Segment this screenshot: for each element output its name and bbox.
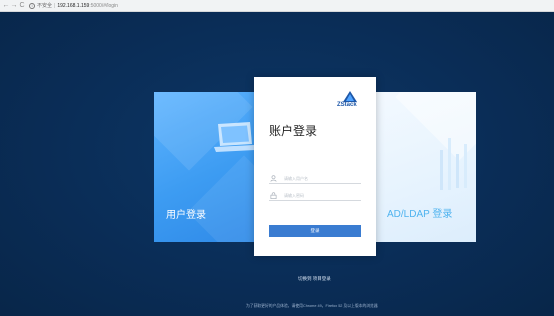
login-button[interactable]: 登录	[269, 225, 361, 237]
user-login-label: 用户登录	[166, 210, 206, 221]
laptop-icon	[214, 122, 256, 152]
reload-icon[interactable]: C	[18, 1, 26, 11]
url-separator: |	[54, 2, 56, 9]
secure-label: 不安全	[37, 3, 53, 9]
forward-icon[interactable]: →	[10, 1, 18, 11]
info-icon[interactable]: i	[29, 2, 35, 9]
decor-shape	[187, 155, 256, 242]
user-icon	[269, 174, 277, 182]
password-input[interactable]	[284, 192, 354, 198]
page-title: 账户登录	[269, 124, 318, 138]
lock-icon	[269, 191, 277, 199]
logo-text: ZStack	[337, 102, 357, 108]
ldap-login-card[interactable]: AD/LDAP 登录	[374, 92, 476, 242]
password-field[interactable]	[269, 190, 361, 201]
server-pillars-icon	[440, 138, 467, 190]
browser-requirement-note: 为了获取更好的产品体验，请使用Chrome 49，Firefox 52 及以上版…	[246, 304, 378, 308]
url-host[interactable]: 192.168.1.159	[57, 3, 89, 9]
zstack-logo: ZStack	[337, 91, 365, 113]
username-field[interactable]	[269, 173, 361, 184]
username-input[interactable]	[284, 175, 354, 181]
browser-address-bar: ← → C i 不安全 | 192.168.1.159 :5000/#/logi…	[0, 0, 554, 12]
switch-to-project-login-link[interactable]: 切换到 项目登录	[298, 276, 331, 282]
back-icon[interactable]: ←	[2, 1, 10, 11]
user-login-card[interactable]: 用户登录	[154, 92, 256, 242]
url-path[interactable]: :5000/#/login	[89, 3, 118, 9]
zstack-logo-icon	[343, 91, 357, 102]
login-panel: ZStack 账户登录 登录	[254, 77, 376, 256]
ldap-login-label: AD/LDAP 登录	[387, 209, 453, 220]
